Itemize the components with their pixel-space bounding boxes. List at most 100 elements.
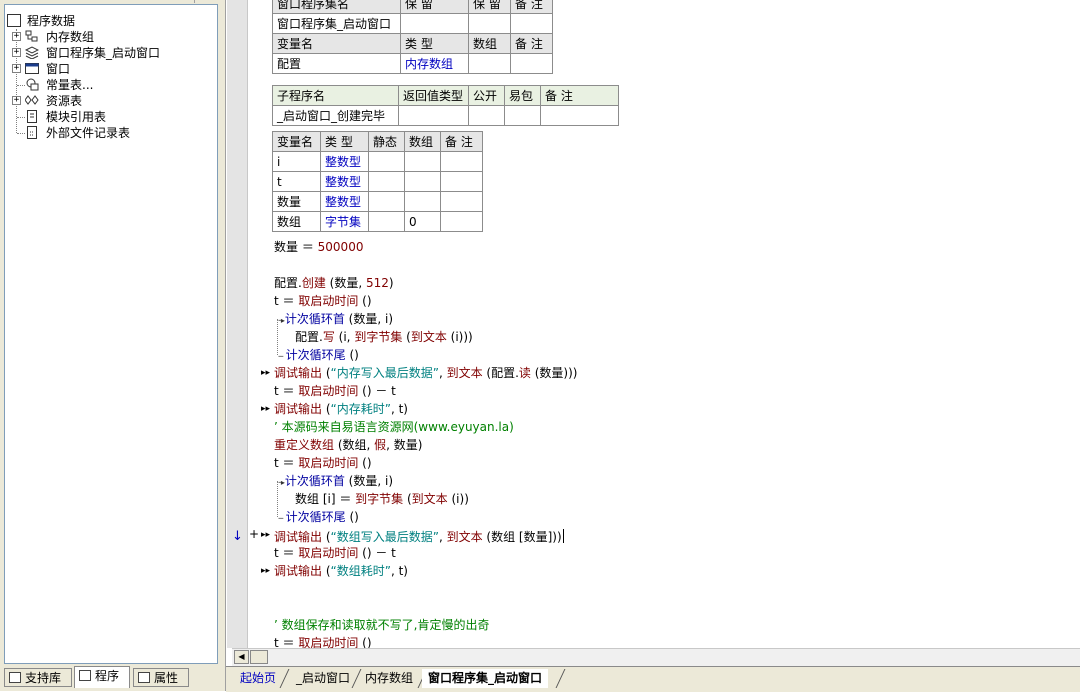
tab-properties[interactable]: 属性 <box>133 668 189 687</box>
local-cell[interactable] <box>404 151 441 172</box>
code-line[interactable]: ▸▸ 调试输出 (“数组耗时”, t) <box>261 563 408 579</box>
assembly-cell[interactable] <box>468 13 511 34</box>
local-cell[interactable] <box>404 171 441 192</box>
local-cell[interactable] <box>368 171 405 192</box>
var-type-cell[interactable]: 内存数组 <box>400 53 469 74</box>
expand-icon[interactable]: + <box>12 64 21 73</box>
code-line[interactable]: 配置.写 (i, 到字节集 (到文本 (i))) <box>295 329 473 345</box>
code-token: () <box>358 294 372 308</box>
code-line[interactable]: 配置.创建 (数量, 512) <box>274 275 394 291</box>
local-header-note: 备 注 <box>440 131 483 152</box>
code-token: (数量))) <box>530 366 578 380</box>
resource-icon <box>24 94 39 107</box>
code-line[interactable]: t ＝ 取启动时间 () － t <box>274 545 396 561</box>
code-token: 取启动时间 <box>298 636 359 648</box>
local-name-cell[interactable]: 数组 <box>272 211 321 232</box>
local-type-cell[interactable]: 整数型 <box>320 151 369 172</box>
table-row: i 整数型 <box>272 151 483 172</box>
code-token: 计次循环首 <box>284 474 345 488</box>
expand-icon[interactable]: + <box>12 32 21 41</box>
code-line[interactable]: 数量 ＝ 500000 <box>274 239 363 255</box>
local-cell[interactable] <box>368 151 405 172</box>
code-token: t ＝ <box>274 384 299 398</box>
local-type-cell[interactable]: 字节集 <box>320 211 369 232</box>
sub-cell[interactable] <box>468 105 505 126</box>
expand-icon[interactable]: + <box>12 48 21 57</box>
sub-name-cell[interactable]: _启动窗口_创建完毕 <box>272 105 399 126</box>
code-line[interactable]: ╶╴计次循环尾 () <box>276 347 359 363</box>
sub-cell[interactable] <box>540 105 619 126</box>
code-editor[interactable]: 窗口程序集名 保 留 保 留 备 注 窗口程序集_启动窗口 变量名 类 型 数组… <box>248 0 1080 648</box>
code-token: 配置. <box>295 330 323 344</box>
tab-support-library[interactable]: 支持库 <box>4 668 72 687</box>
local-cell[interactable] <box>440 191 483 212</box>
local-name-cell[interactable]: t <box>272 171 321 192</box>
code-token: (数量, i) <box>344 474 394 488</box>
var-header-type: 类 型 <box>400 33 469 54</box>
code-line[interactable]: 数组 [i] ＝ 到字节集 (到文本 (i)) <box>295 491 469 507</box>
code-line[interactable]: t ＝ 取启动时间 () － t <box>274 383 396 399</box>
code-token: () <box>345 510 359 524</box>
code-token: ) <box>388 276 394 290</box>
scroll-thumb[interactable] <box>250 650 268 664</box>
tab-memory-array[interactable]: 内存数组 <box>359 669 419 688</box>
tree-guide <box>17 85 25 86</box>
sub-cell[interactable] <box>504 105 541 126</box>
var-name-cell[interactable]: 配置 <box>272 53 401 74</box>
local-cell[interactable] <box>368 211 405 232</box>
var-array-cell[interactable] <box>468 53 511 74</box>
tab-start-page[interactable]: 起始页 <box>234 669 282 688</box>
code-comment[interactable]: ’ 本源码来自易语言资源网(www.eyuyan.la) <box>274 419 514 435</box>
code-token: 调试输出 <box>274 564 323 578</box>
tab-startup-window[interactable]: _启动窗口 <box>290 669 356 688</box>
code-token: 计次循环首 <box>284 312 345 326</box>
local-cell[interactable] <box>368 191 405 212</box>
code-line[interactable]: ╶▸计次循环首 (数量, i) <box>276 311 393 327</box>
horizontal-scrollbar[interactable]: ◀ <box>232 648 1080 666</box>
code-line-current[interactable]: ▸▸ 调试输出 (“数组写入最后数据”, 到文本 (数组 [数量])) <box>261 527 564 544</box>
code-line[interactable]: ╶▸计次循环首 (数量, i) <box>276 473 393 489</box>
local-array-cell[interactable]: 0 <box>404 211 441 232</box>
tab-program[interactable]: 程序 <box>74 666 130 688</box>
scroll-left-icon[interactable]: ◀ <box>234 650 249 664</box>
project-tree[interactable]: 程序数据 + 内存数组 + 窗口程序集_启动窗口 + 窗口 常量表... + 资… <box>4 4 218 664</box>
local-cell[interactable] <box>404 191 441 212</box>
local-cell[interactable] <box>440 151 483 172</box>
code-line[interactable]: t ＝ 取启动时间 () <box>274 635 372 648</box>
assembly-cell[interactable] <box>510 13 553 34</box>
local-type-cell[interactable]: 整数型 <box>320 191 369 212</box>
window-icon <box>25 62 39 75</box>
code-token: “数组写入最后数据” <box>330 530 439 544</box>
code-line[interactable]: t ＝ 取启动时间 () <box>274 293 372 309</box>
code-line[interactable]: 重定义数组 (数组, 假, 数量) <box>274 437 422 453</box>
local-var-table: 变量名 类 型 静态 数组 备 注 i 整数型 t 整数型 数量 整数型 数组 … <box>272 131 483 232</box>
var-note-cell[interactable] <box>510 53 553 74</box>
local-cell[interactable] <box>440 171 483 192</box>
assembly-header-reserved: 保 留 <box>400 0 469 14</box>
code-comment[interactable]: ’ 数组保存和读取就不写了,肯定慢的出奇 <box>274 617 489 633</box>
assembly-cell[interactable] <box>400 13 469 34</box>
code-line[interactable]: ▸▸ 调试输出 (“内存耗时”, t) <box>261 401 408 417</box>
code-line[interactable]: ╶╴计次循环尾 () <box>276 509 359 525</box>
local-name-cell[interactable]: 数量 <box>272 191 321 212</box>
code-token: 500000 <box>317 240 364 254</box>
code-line[interactable]: ▸▸ 调试输出 (“内存写入最后数据”, 到文本 (配置.读 (数量))) <box>261 365 578 381</box>
code-token: 调试输出 <box>274 530 323 544</box>
tab-window-assembly[interactable]: 窗口程序集_启动窗口 <box>422 669 549 688</box>
var-header-name: 变量名 <box>272 33 401 54</box>
local-name-cell[interactable]: i <box>272 151 321 172</box>
sub-header-public: 公开 <box>468 85 505 106</box>
code-token: , 数量) <box>386 438 423 452</box>
assembly-name-cell[interactable]: 窗口程序集_启动窗口 <box>272 13 401 34</box>
tree-item-label: 资源表 <box>46 94 83 108</box>
expand-icon[interactable]: + <box>12 96 21 105</box>
local-cell[interactable] <box>440 211 483 232</box>
tree-root-label: 程序数据 <box>27 14 76 28</box>
code-token: 取启动时间 <box>298 384 359 398</box>
code-line[interactable]: t ＝ 取启动时间 () <box>274 455 372 471</box>
sub-cell[interactable] <box>398 105 469 126</box>
local-type-cell[interactable]: 整数型 <box>320 171 369 192</box>
add-line-icon[interactable]: + <box>249 527 259 541</box>
sub-header-note: 备 注 <box>540 85 619 106</box>
tree-item-label: 模块引用表 <box>46 110 107 124</box>
